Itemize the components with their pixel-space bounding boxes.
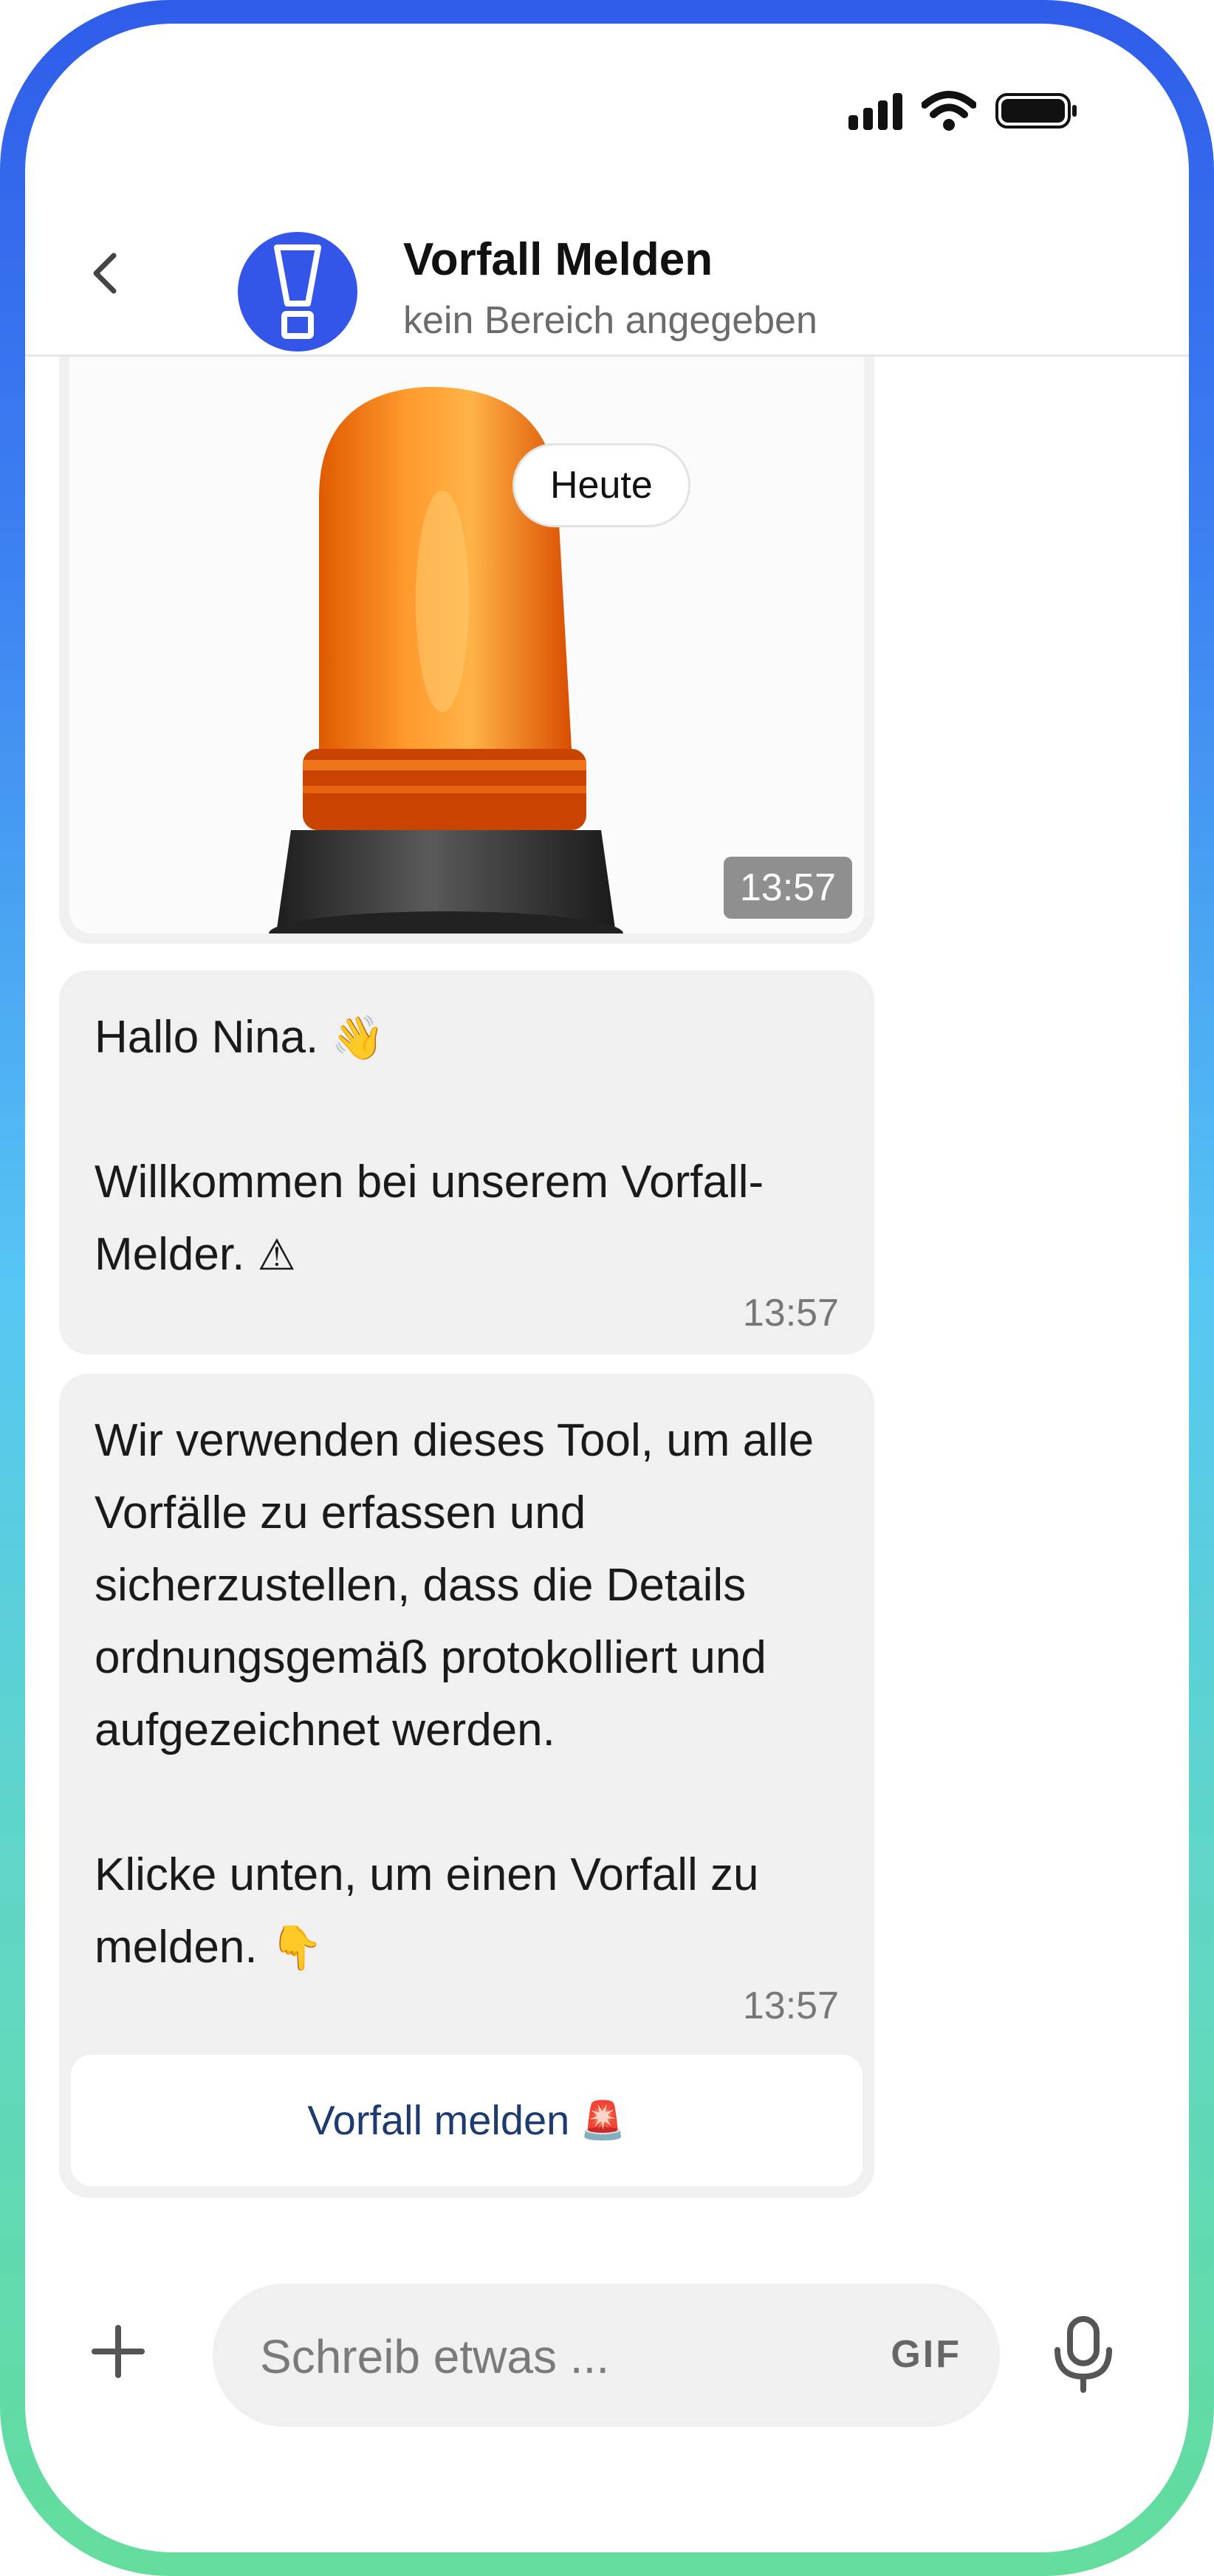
- waving-hand-icon: 👋: [331, 1013, 385, 1063]
- instruction-text: Klicke unten, um einen Vorfall zu melden…: [95, 1849, 759, 1973]
- message-text: Hallo Nina. 👋: [95, 1001, 839, 1074]
- image-container: 13:57: [69, 354, 864, 934]
- date-separator: Heute: [512, 443, 690, 527]
- message-composer: Schreib etwas ... GIF: [25, 2284, 1189, 2431]
- message-text: Wir verwenden dieses Tool, um alle Vorfä…: [95, 1415, 815, 1755]
- text-message: Hallo Nina. 👋 Willkommen bei unserem Vor…: [59, 970, 874, 1354]
- chat-subtitle: kein Bereich angegeben: [403, 299, 817, 342]
- exclamation-icon: [274, 244, 321, 339]
- microphone-icon[interactable]: [1052, 2316, 1115, 2393]
- welcome-text: Willkommen bei unserem Vorfall-Melder.: [95, 1157, 764, 1280]
- message-input[interactable]: Schreib etwas ... GIF: [213, 2284, 1000, 2427]
- warning-beacon-image: [269, 386, 623, 934]
- input-placeholder: Schreib etwas ...: [260, 2330, 610, 2383]
- message-time: 13:57: [723, 857, 852, 919]
- report-incident-button[interactable]: Vorfall melden 🚨: [71, 2055, 863, 2186]
- battery-icon: [995, 93, 1077, 129]
- message-text: Klicke unten, um einen Vorfall zu melden…: [95, 1839, 839, 1984]
- button-label: Vorfall melden: [307, 2097, 570, 2143]
- siren-icon: 🚨: [580, 2099, 626, 2142]
- signal-icon: [848, 92, 902, 130]
- message-list[interactable]: Heute 13:57 Hallo Nina. 👋 Willkommen bei…: [25, 354, 1189, 2275]
- avatar: [238, 232, 357, 352]
- chat-header: Vorfall Melden kein Bereich angegeben: [25, 186, 1189, 357]
- device-frame: Vorfall Melden kein Bereich angegeben He…: [0, 0, 1214, 2576]
- plus-icon[interactable]: [89, 2322, 148, 2381]
- message-time: 13:57: [742, 1984, 839, 2027]
- text-message: Wir verwenden dieses Tool, um alle Vorfä…: [59, 1374, 874, 2198]
- chat-title: Vorfall Melden: [403, 234, 713, 285]
- message-time: 13:57: [742, 1292, 839, 1335]
- warning-icon: ⚠: [257, 1230, 296, 1280]
- status-bar: [848, 90, 1078, 131]
- image-message[interactable]: 13:57: [59, 354, 874, 944]
- gif-button[interactable]: GIF: [891, 2332, 961, 2377]
- message-text: Willkommen bei unserem Vorfall-Melder. ⚠: [95, 1146, 839, 1291]
- pointing-down-icon: 👇: [270, 1922, 324, 1973]
- chevron-left-icon[interactable]: [84, 251, 128, 295]
- app-screen: Vorfall Melden kein Bereich angegeben He…: [25, 24, 1189, 2552]
- greeting-text: Hallo Nina.: [95, 1012, 319, 1063]
- wifi-icon: [922, 91, 976, 131]
